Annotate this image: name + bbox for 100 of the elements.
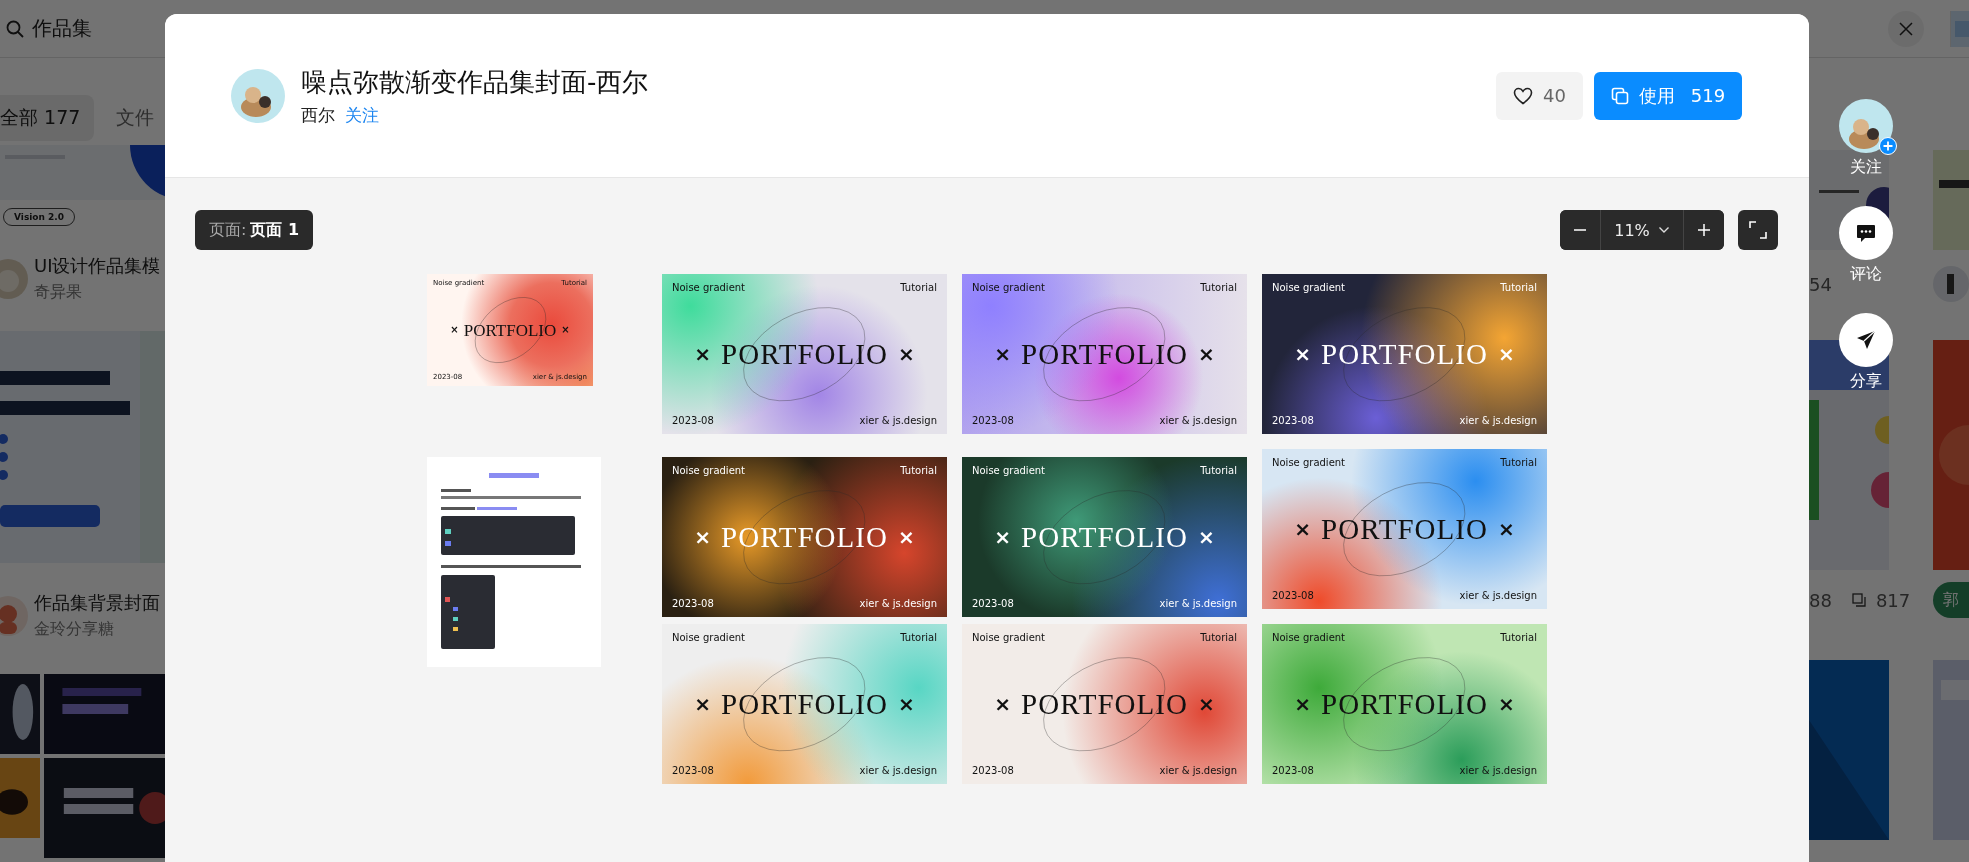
cross-mark: × bbox=[1294, 519, 1312, 539]
frame-date: 2023-08 bbox=[1272, 590, 1314, 601]
heart-icon bbox=[1513, 86, 1534, 105]
cross-mark: × bbox=[1497, 519, 1515, 539]
cross-mark: × bbox=[450, 325, 459, 335]
cross-mark: × bbox=[994, 344, 1012, 364]
frame-date: 2023-08 bbox=[1272, 415, 1314, 426]
use-count: 817 bbox=[1875, 589, 1911, 611]
cross-mark: × bbox=[1294, 344, 1312, 364]
use-button[interactable]: 使用 519 bbox=[1594, 71, 1742, 120]
author-name: 西尔 bbox=[301, 103, 335, 127]
cover-title: PORTFOLIO bbox=[721, 689, 888, 719]
frame-credit: xier & js.design bbox=[1459, 765, 1537, 776]
fit-screen-button[interactable] bbox=[1738, 210, 1778, 250]
avatar bbox=[0, 258, 28, 299]
cross-mark: × bbox=[1197, 694, 1215, 714]
frame-date: 2023-08 bbox=[672, 598, 714, 609]
frame-credit: xier & js.design bbox=[859, 415, 937, 426]
cross-mark: × bbox=[1294, 694, 1312, 714]
zoom-level-dropdown[interactable]: 11% bbox=[1600, 210, 1684, 250]
comment-icon bbox=[1855, 222, 1877, 244]
copy-icon bbox=[1610, 86, 1629, 105]
cross-mark: × bbox=[1197, 527, 1215, 547]
filter-tab[interactable]: 文件 bbox=[116, 95, 155, 141]
frame-date: 2023-08 bbox=[972, 415, 1014, 426]
share-label: 分享 bbox=[1850, 371, 1882, 392]
cross-mark: × bbox=[897, 527, 915, 547]
frame-tag: Noise gradient bbox=[1272, 282, 1346, 293]
work-author: 金玲分享糖 bbox=[34, 619, 115, 640]
cover-title: PORTFOLIO bbox=[721, 339, 888, 369]
like-count: 88 bbox=[1809, 589, 1832, 611]
cover-title: PORTFOLIO bbox=[1021, 689, 1188, 719]
follow-link[interactable]: 关注 bbox=[345, 103, 379, 127]
cover-title: PORTFOLIO bbox=[1321, 689, 1488, 719]
share-button[interactable] bbox=[1839, 313, 1893, 367]
follow-label: 关注 bbox=[1850, 157, 1882, 178]
plus-icon bbox=[1697, 223, 1711, 237]
frame-credit: xier & js.design bbox=[1459, 590, 1537, 601]
cover-title: PORTFOLIO bbox=[1321, 339, 1488, 369]
frame-credit: xier & js.design bbox=[859, 598, 937, 609]
work-title: 噪点弥散渐变作品集封面-西尔 bbox=[301, 65, 649, 99]
frame-label: Tutorial bbox=[900, 465, 937, 476]
avatar bbox=[1933, 266, 1969, 302]
page-selector[interactable]: 页面: 页面 1 bbox=[195, 210, 314, 250]
frame-date: 2023-08 bbox=[972, 598, 1014, 609]
frame-tag: Noise gradient bbox=[672, 465, 746, 476]
frame-tag: Noise gradient bbox=[972, 282, 1046, 293]
comment-label: 评论 bbox=[1850, 264, 1882, 285]
like-button[interactable]: 40 bbox=[1496, 71, 1583, 120]
frame-credit: xier & js.design bbox=[1159, 598, 1237, 609]
cross-mark: × bbox=[994, 694, 1012, 714]
frame-label: Tutorial bbox=[1500, 632, 1537, 643]
chevron-down-icon bbox=[1657, 226, 1670, 234]
frame-tag: Noise gradient bbox=[972, 632, 1046, 643]
filter-tab[interactable]: 全部 177 bbox=[0, 95, 95, 141]
cross-mark: × bbox=[897, 694, 915, 714]
send-icon bbox=[1855, 329, 1877, 351]
frame-label: Tutorial bbox=[1200, 465, 1237, 476]
cover-title: PORTFOLIO bbox=[1021, 522, 1188, 552]
frame-credit: xier & js.design bbox=[1159, 415, 1237, 426]
frame-tag: Noise gradient bbox=[972, 465, 1046, 476]
frame-date: 2023-08 bbox=[1272, 765, 1314, 776]
cross-mark: × bbox=[994, 527, 1012, 547]
search-field[interactable]: 作品集 bbox=[32, 16, 142, 41]
avatar: 郭 bbox=[1933, 582, 1969, 618]
work-author: 奇异果 bbox=[34, 282, 83, 303]
frame-date: 2023-08 bbox=[672, 415, 714, 426]
plus-badge-icon bbox=[1879, 137, 1897, 155]
frame-credit: xier & js.design bbox=[1459, 415, 1537, 426]
like-count: 54 bbox=[1809, 273, 1832, 295]
avatar bbox=[0, 595, 28, 636]
frame-label: Tutorial bbox=[900, 632, 937, 643]
frame-label: Tutorial bbox=[1200, 632, 1237, 643]
search-icon bbox=[6, 19, 24, 38]
frame-tag: Noise gradient bbox=[1272, 632, 1346, 643]
cross-mark: × bbox=[1497, 344, 1515, 364]
frame-tag: Noise gradient bbox=[672, 282, 746, 293]
frame-label: Tutorial bbox=[1500, 282, 1537, 293]
cross-mark: × bbox=[694, 527, 712, 547]
fit-screen-icon bbox=[1749, 221, 1767, 239]
work-title: 作品集背景封面 bbox=[34, 591, 160, 615]
close-button[interactable] bbox=[1888, 10, 1924, 47]
frame-date: 2023-08 bbox=[672, 765, 714, 776]
cross-mark: × bbox=[694, 694, 712, 714]
avatar bbox=[231, 68, 285, 123]
frame-tag: Noise gradient bbox=[1272, 457, 1346, 468]
cross-mark: × bbox=[694, 344, 712, 364]
frame-label: Tutorial bbox=[1500, 457, 1537, 468]
comment-button[interactable] bbox=[1839, 206, 1893, 260]
close-icon bbox=[1899, 21, 1913, 36]
cover-title: PORTFOLIO bbox=[721, 522, 888, 552]
cover-title: PORTFOLIO bbox=[1321, 514, 1488, 544]
copy-icon bbox=[1851, 593, 1866, 607]
cross-mark: × bbox=[1197, 344, 1215, 364]
frame-credit: xier & js.design bbox=[859, 765, 937, 776]
cross-mark: × bbox=[897, 344, 915, 364]
cross-mark: × bbox=[1497, 694, 1515, 714]
frame-label: Tutorial bbox=[900, 282, 937, 293]
cover-title: PORTFOLIO bbox=[1021, 339, 1188, 369]
frame-label: Tutorial bbox=[1200, 282, 1237, 293]
